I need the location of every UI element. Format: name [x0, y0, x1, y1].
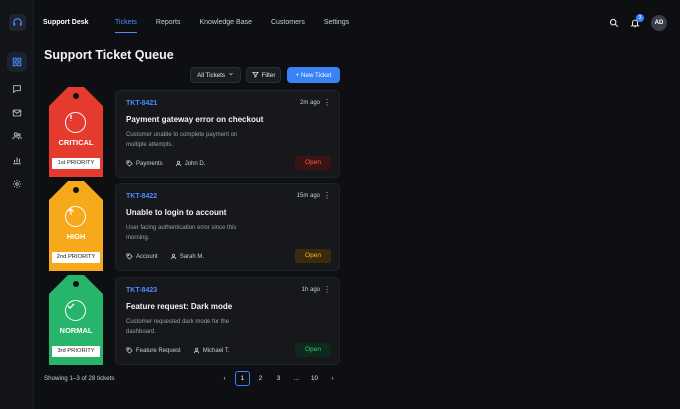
- page-button-10[interactable]: 10: [307, 371, 322, 386]
- status-badge: Open: [295, 249, 331, 263]
- dropdown-value: All Tickets: [197, 71, 225, 79]
- side-rail: [0, 0, 34, 409]
- ticket-card[interactable]: TKT-8423 1h ago ⋮ Feature request: Dark …: [115, 277, 340, 365]
- ticket-id[interactable]: TKT-8421: [126, 100, 157, 107]
- tab-knowledge-base[interactable]: Knowledge Base: [199, 0, 252, 46]
- status-badge: Open: [295, 343, 331, 357]
- more-options-icon[interactable]: ⋮: [323, 191, 331, 200]
- tag-icon: [126, 253, 133, 260]
- ticket-meta: Payments John D.: [126, 160, 205, 167]
- priority-level: HIGH: [66, 232, 86, 241]
- page-button-3[interactable]: 3: [271, 371, 286, 386]
- priority-tag-critical: CRITICAL 1st PRIORITY: [48, 86, 104, 178]
- tag-hole: [73, 187, 79, 193]
- priority-tag-normal: NORMAL 3rd PRIORITY: [48, 274, 104, 366]
- tab-settings[interactable]: Settings: [324, 0, 349, 46]
- user-icon: [170, 253, 177, 260]
- settings-gear-icon[interactable]: [7, 174, 27, 194]
- ticket-time: 1h ago: [301, 287, 320, 293]
- tag-icon: [126, 160, 133, 167]
- priority-rank: 3rd PRIORITY: [52, 346, 100, 357]
- ticket-description: Customer unable to complete payment on m…: [126, 132, 238, 148]
- ticket-id[interactable]: TKT-8422: [126, 193, 157, 200]
- notification-badge: 3: [636, 14, 644, 22]
- ticket-title: Payment gateway error on checkout: [126, 115, 264, 124]
- exclamation-icon: [65, 112, 86, 133]
- filter-label: Filter: [261, 71, 276, 79]
- check-icon: [65, 300, 86, 321]
- page-button-2[interactable]: 2: [253, 371, 268, 386]
- ticket-assignee: Sarah M.: [179, 253, 205, 260]
- brand-name: Support Desk: [43, 19, 89, 26]
- priority-rank: 2nd PRIORITY: [52, 252, 100, 263]
- pagination: ‹ 1 2 3 … 10 ›: [217, 371, 340, 386]
- ticket-title: Unable to login to account: [126, 208, 227, 217]
- user-icon: [175, 160, 182, 167]
- search-icon[interactable]: [607, 16, 621, 30]
- results-summary: Showing 1–3 of 28 tickets: [44, 375, 115, 382]
- page-button-1[interactable]: 1: [235, 371, 250, 386]
- ticket-filter-dropdown[interactable]: All Tickets: [190, 67, 241, 83]
- filter-icon: [251, 71, 259, 80]
- status-badge: Open: [295, 156, 331, 170]
- ticket-card[interactable]: TKT-8421 2m ago ⋮ Payment gateway error …: [115, 90, 340, 178]
- tab-tickets[interactable]: Tickets: [115, 0, 137, 46]
- priority-tag-high: HIGH 2nd PRIORITY: [48, 180, 104, 272]
- prev-page-button[interactable]: ‹: [217, 371, 232, 386]
- ticket-meta: Account Sarah M.: [126, 253, 204, 260]
- page-ellipsis: …: [293, 375, 300, 382]
- ticket-time: 15m ago: [296, 193, 320, 199]
- chat-icon[interactable]: [7, 79, 27, 99]
- headset-logo-icon[interactable]: [9, 14, 26, 31]
- tab-customers[interactable]: Customers: [271, 0, 305, 46]
- ticket-assignee: John D.: [184, 160, 206, 167]
- more-options-icon[interactable]: ⋮: [323, 98, 331, 107]
- user-icon: [193, 347, 200, 354]
- top-bar: Support Desk Tickets Reports Knowledge B…: [34, 0, 680, 46]
- priority-rank: 1st PRIORITY: [52, 158, 100, 169]
- new-ticket-button[interactable]: + New Ticket: [287, 67, 340, 83]
- ticket-description: User facing authentication error since t…: [126, 225, 237, 241]
- arrow-up-icon: [65, 206, 86, 227]
- ticket-title: Feature request: Dark mode: [126, 302, 233, 311]
- page-title: Support Ticket Queue: [44, 48, 174, 62]
- users-icon[interactable]: [7, 126, 27, 146]
- filter-button[interactable]: Filter: [246, 67, 281, 83]
- priority-level: CRITICAL: [58, 138, 94, 147]
- tab-reports[interactable]: Reports: [156, 0, 181, 46]
- ticket-description: Customer requested dark mode for the das…: [126, 319, 230, 335]
- ticket-id[interactable]: TKT-8423: [126, 287, 157, 294]
- ticket-category: Payments: [136, 160, 163, 167]
- ticket-category: Feature Request: [136, 347, 181, 354]
- dashboard-icon[interactable]: [7, 52, 27, 72]
- ticket-assignee: Michael T.: [202, 347, 230, 354]
- chevron-down-icon: [228, 71, 234, 79]
- ticket-time: 2m ago: [299, 100, 320, 106]
- mail-icon[interactable]: [7, 103, 27, 123]
- more-options-icon[interactable]: ⋮: [323, 285, 331, 294]
- tag-icon: [126, 347, 133, 354]
- ticket-card[interactable]: TKT-8422 15m ago ⋮ Unable to login to ac…: [115, 183, 340, 271]
- ticket-meta: Feature Request Michael T.: [126, 347, 230, 354]
- bar-chart-icon[interactable]: [7, 150, 27, 170]
- priority-level: NORMAL: [59, 326, 93, 335]
- tag-hole: [73, 93, 79, 99]
- tag-hole: [73, 281, 79, 287]
- user-avatar[interactable]: AD: [651, 15, 667, 31]
- main-nav: Tickets Reports Knowledge Base Customers…: [115, 0, 368, 46]
- ticket-category: Account: [136, 253, 158, 260]
- next-page-button[interactable]: ›: [325, 371, 340, 386]
